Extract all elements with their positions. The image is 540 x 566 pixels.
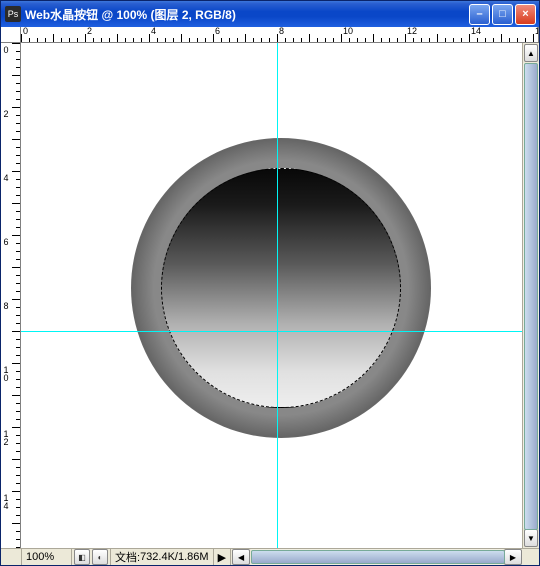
window-title: Web水晶按钮 @ 100% (图层 2, RGB/8) — [25, 6, 469, 23]
scroll-h-track[interactable] — [251, 549, 503, 565]
status-toggle-1[interactable]: ◧ — [74, 549, 90, 565]
scroll-up-icon[interactable]: ▲ — [524, 44, 538, 62]
scrollbar-horizontal-row: 100% ◧ ◐ 文档: 732.4K/1.86M ▶ ◀ ▶ — [1, 548, 539, 565]
app-window: Ps Web水晶按钮 @ 100% (图层 2, RGB/8) – □ × 02… — [0, 0, 540, 566]
scrollbar-corner — [1, 549, 22, 565]
ruler-horizontal[interactable]: 0246810121416 — [21, 27, 539, 43]
scroll-v-thumb[interactable] — [524, 63, 538, 530]
maximize-button[interactable]: □ — [492, 4, 513, 25]
inner-circle-selection — [161, 168, 401, 408]
guide-vertical[interactable] — [277, 43, 278, 548]
zoom-level[interactable]: 100% — [22, 549, 72, 565]
doc-label: 文档: — [115, 549, 140, 565]
titlebar[interactable]: Ps Web水晶按钮 @ 100% (图层 2, RGB/8) – □ × — [1, 1, 539, 27]
app-icon: Ps — [5, 6, 21, 22]
status-toggle-2[interactable]: ◐ — [92, 549, 108, 565]
ruler-vertical[interactable]: 0246810121416 — [1, 43, 21, 548]
scroll-h-thumb[interactable] — [251, 550, 505, 564]
ruler-origin[interactable] — [1, 27, 21, 43]
scroll-left-icon[interactable]: ◀ — [232, 549, 250, 565]
status-menu-arrow-icon[interactable]: ▶ — [218, 551, 226, 564]
doc-size: 732.4K/1.86M — [140, 551, 209, 563]
scrollbar-vertical[interactable]: ▲ ▼ — [522, 43, 539, 548]
guide-horizontal[interactable] — [21, 331, 522, 332]
canvas[interactable] — [21, 43, 522, 548]
close-button[interactable]: × — [515, 4, 536, 25]
scroll-down-icon[interactable]: ▼ — [524, 529, 538, 547]
minimize-button[interactable]: – — [469, 4, 490, 25]
scroll-v-track[interactable] — [523, 63, 539, 528]
scroll-right-icon[interactable]: ▶ — [504, 549, 522, 565]
